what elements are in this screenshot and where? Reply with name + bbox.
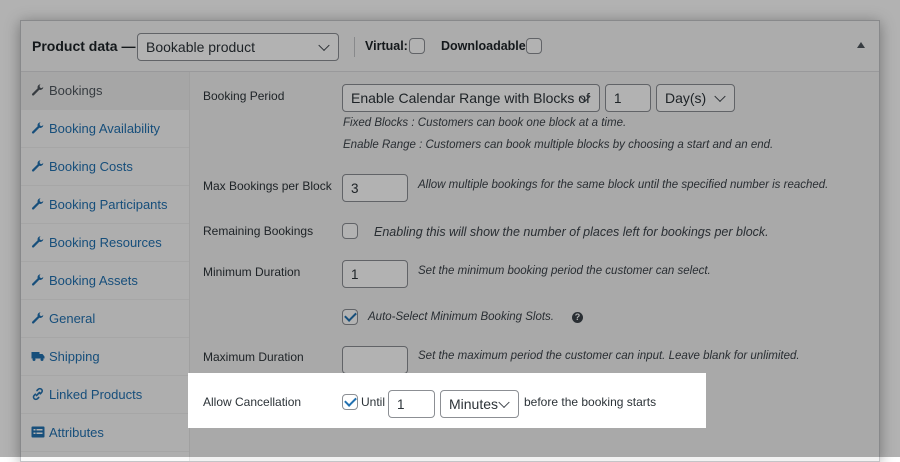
tab-label: Booking Assets xyxy=(49,273,138,288)
minimum-duration-desc: Set the minimum booking period the custo… xyxy=(418,265,711,277)
minimum-duration-label: Minimum Duration xyxy=(203,265,301,279)
tab-label: General xyxy=(49,311,96,326)
cancellation-amount-input[interactable]: 1 xyxy=(388,390,435,418)
max-bookings-desc: Allow multiple bookings for the same blo… xyxy=(418,179,829,191)
product-data-tabs: Bookings Booking Availability Booking Co… xyxy=(21,72,190,461)
minimum-duration-input[interactable]: 1 xyxy=(342,260,408,288)
auto-select-label: Auto-Select Minimum Booking Slots. xyxy=(368,311,554,323)
cancellation-amount-value: 1 xyxy=(397,397,405,412)
tab-label: Shipping xyxy=(49,349,100,364)
remaining-bookings-label: Remaining Bookings xyxy=(203,224,314,238)
booking-period-unit-select[interactable]: Day(s) xyxy=(656,84,735,112)
wrench-icon xyxy=(31,236,44,248)
tab-booking-participants[interactable]: Booking Participants xyxy=(21,186,189,224)
wrench-icon xyxy=(31,160,44,172)
booking-period-mode-value: Enable Calendar Range with Blocks of xyxy=(351,90,590,106)
tab-shipping[interactable]: Shipping xyxy=(21,338,189,376)
wrench-icon xyxy=(31,84,44,96)
tab-booking-resources[interactable]: Booking Resources xyxy=(21,224,189,262)
remaining-bookings-desc: Enabling this will show the number of pl… xyxy=(374,225,769,239)
allow-cancellation-row: Allow Cancellation Until 1 Minutes befor… xyxy=(188,373,706,428)
tab-linked-products[interactable]: Linked Products xyxy=(21,376,189,414)
virtual-checkbox[interactable] xyxy=(409,38,425,54)
allow-cancellation-checkbox[interactable] xyxy=(342,394,358,410)
booking-period-desc-range: Enable Range : Customers can book multip… xyxy=(343,139,774,151)
wrench-icon xyxy=(31,122,44,134)
cancellation-unit-value: Minutes xyxy=(449,396,499,412)
wrench-icon xyxy=(31,274,44,286)
tab-bookings[interactable]: Bookings xyxy=(21,72,189,110)
chevron-down-icon xyxy=(498,396,510,409)
cancellation-unit-select[interactable]: Minutes xyxy=(440,390,519,418)
link-icon xyxy=(32,387,43,401)
max-bookings-value: 3 xyxy=(351,181,359,196)
maximum-duration-input[interactable] xyxy=(342,346,408,374)
tab-label: Booking Participants xyxy=(49,197,168,212)
remaining-bookings-checkbox[interactable] xyxy=(342,223,358,239)
downloadable-label: Downloadable: xyxy=(441,39,530,53)
booking-period-mode-select[interactable]: Enable Calendar Range with Blocks of xyxy=(342,84,600,112)
booking-period-value: 1 xyxy=(614,91,622,106)
tab-label: Linked Products xyxy=(49,387,143,402)
product-type-value: Bookable product xyxy=(146,39,255,55)
truck-icon xyxy=(31,352,45,361)
maximum-duration-label: Maximum Duration xyxy=(203,350,304,364)
max-bookings-label: Max Bookings per Block xyxy=(203,179,332,193)
tab-booking-availability[interactable]: Booking Availability xyxy=(21,110,189,148)
downloadable-checkbox[interactable] xyxy=(526,38,542,54)
booking-period-label: Booking Period xyxy=(203,89,285,103)
wrench-icon xyxy=(31,312,44,324)
tab-label: Bookings xyxy=(49,83,103,98)
max-bookings-input[interactable]: 3 xyxy=(342,174,408,202)
product-type-select[interactable]: Bookable product xyxy=(137,33,339,61)
header-divider xyxy=(354,37,355,57)
tab-booking-assets[interactable]: Booking Assets xyxy=(21,262,189,300)
tab-label: Booking Costs xyxy=(49,159,133,174)
list-icon xyxy=(31,426,45,438)
collapse-toggle-icon[interactable] xyxy=(857,42,865,48)
tab-general[interactable]: General xyxy=(21,300,189,338)
virtual-label: Virtual: xyxy=(365,39,408,53)
tab-label: Booking Availability xyxy=(49,121,161,136)
tab-attributes[interactable]: Attributes xyxy=(21,414,189,452)
booking-period-unit-value: Day(s) xyxy=(665,90,707,106)
booking-period-value-input[interactable]: 1 xyxy=(605,84,651,112)
tab-label: Attributes xyxy=(49,425,104,440)
allow-cancellation-label: Allow Cancellation xyxy=(203,395,302,409)
product-data-header: Product data — Bookable product Virtual:… xyxy=(21,21,879,72)
chevron-down-icon xyxy=(318,39,330,52)
cancellation-suffix: before the booking starts xyxy=(524,395,657,409)
tab-booking-costs[interactable]: Booking Costs xyxy=(21,148,189,186)
chevron-down-icon xyxy=(714,90,726,103)
until-label: Until xyxy=(361,395,386,409)
minimum-duration-value: 1 xyxy=(351,267,359,282)
help-icon[interactable]: ? xyxy=(572,312,583,323)
booking-period-desc-fixed: Fixed Blocks : Customers can book one bl… xyxy=(343,117,627,129)
tab-label: Booking Resources xyxy=(49,235,162,250)
product-data-title: Product data — xyxy=(32,38,136,54)
maximum-duration-desc: Set the maximum period the customer can … xyxy=(418,350,800,362)
wrench-icon xyxy=(31,198,44,210)
auto-select-checkbox[interactable] xyxy=(342,309,358,325)
